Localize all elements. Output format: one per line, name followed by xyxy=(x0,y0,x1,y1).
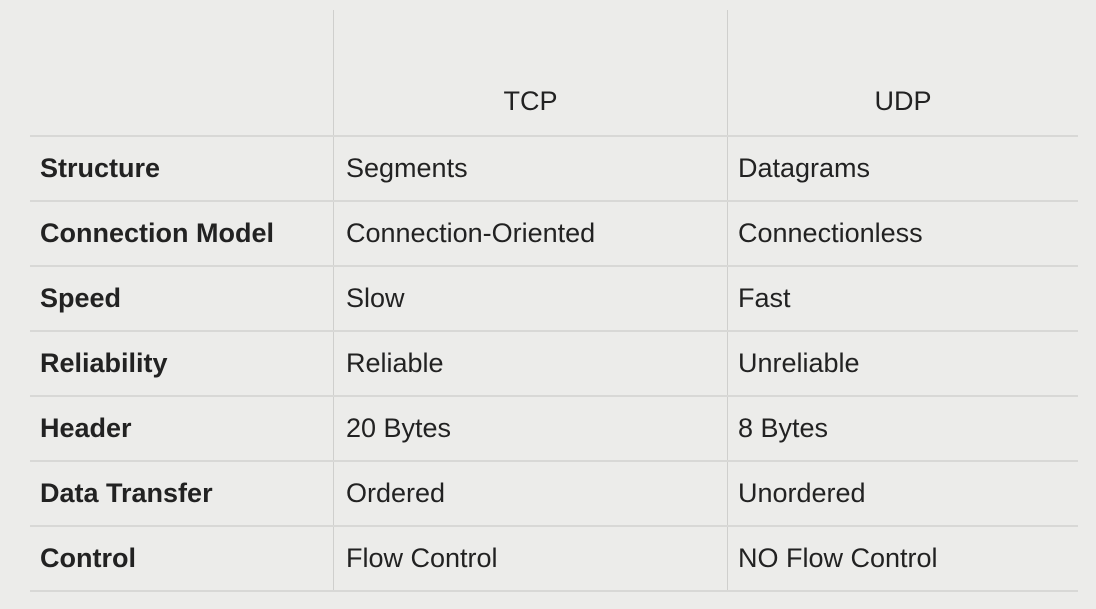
table-row: Reliability Reliable Unreliable xyxy=(30,332,1078,397)
row-label: Control xyxy=(40,543,136,573)
header-cell-tcp: TCP xyxy=(333,10,727,135)
udp-cell: Connectionless xyxy=(727,202,1078,265)
tcp-cell: Slow xyxy=(333,267,727,330)
table-row: Speed Slow Fast xyxy=(30,267,1078,332)
tcp-cell: 20 Bytes xyxy=(333,397,727,460)
table-row: Header 20 Bytes 8 Bytes xyxy=(30,397,1078,462)
table-row: Structure Segments Datagrams xyxy=(30,137,1078,202)
table-row: Data Transfer Ordered Unordered xyxy=(30,462,1078,527)
row-label: Data Transfer xyxy=(40,478,213,508)
tcp-cell: Reliable xyxy=(333,332,727,395)
row-label: Structure xyxy=(40,153,161,183)
row-label: Reliability xyxy=(40,348,168,378)
udp-cell: Fast xyxy=(727,267,1078,330)
header-cell-udp: UDP xyxy=(727,10,1078,135)
udp-cell: Unordered xyxy=(727,462,1078,525)
tcp-cell: Ordered xyxy=(333,462,727,525)
row-label: Header xyxy=(40,413,132,443)
table-header-row: TCP UDP xyxy=(30,10,1078,137)
header-cell-empty xyxy=(30,10,333,135)
udp-cell: Unreliable xyxy=(727,332,1078,395)
udp-cell: 8 Bytes xyxy=(727,397,1078,460)
tcp-cell: Flow Control xyxy=(333,527,727,590)
udp-cell: Datagrams xyxy=(727,137,1078,200)
table-row: Control Flow Control NO Flow Control xyxy=(30,527,1078,592)
row-label: Connection Model xyxy=(40,218,274,248)
udp-cell: NO Flow Control xyxy=(727,527,1078,590)
comparison-table: TCP UDP Structure Segments Datagrams Connec… xyxy=(30,10,1078,592)
table-row: Connection Model Connection-Oriented Conne… xyxy=(30,202,1078,267)
row-label: Speed xyxy=(40,283,122,313)
tcp-cell: Segments xyxy=(333,137,727,200)
tcp-cell: Connection-Oriented xyxy=(333,202,727,265)
